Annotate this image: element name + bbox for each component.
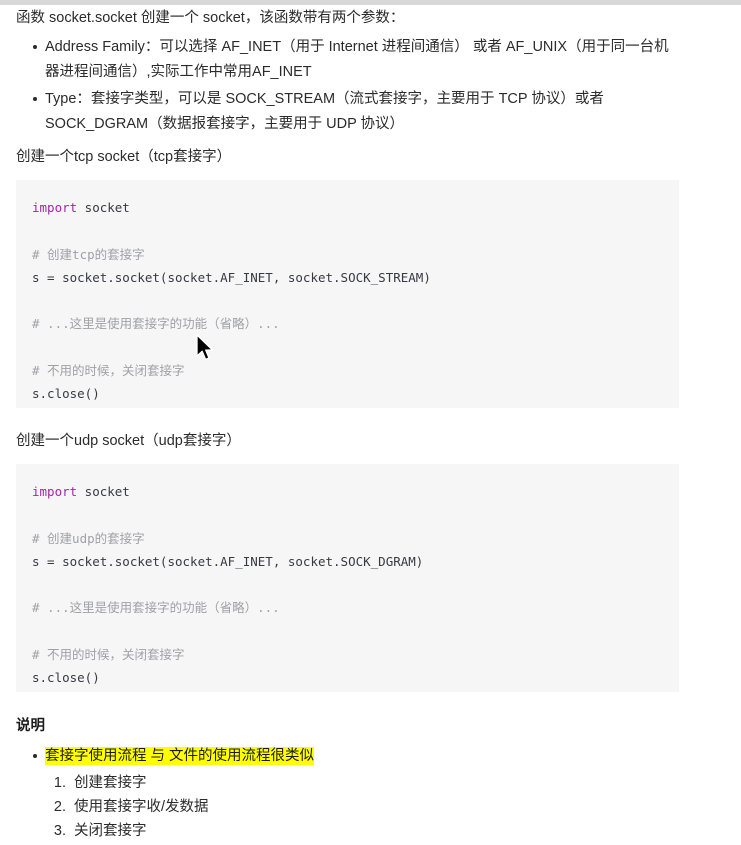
parameter-bullet-list: Address Family：可以选择 AF_INET（用于 Internet …: [0, 35, 692, 139]
highlighted-note-text: 套接字使用流程 与 文件的使用流程很类似: [45, 747, 315, 765]
keyword-import: import: [32, 484, 78, 499]
comment-create-socket: # 创建tcp的套接字: [32, 246, 145, 262]
code-line-close-socket: s.close(): [32, 670, 100, 686]
explanation-list: 套接字使用流程 与 文件的使用流程很类似 创建套接字 使用套接字收/发数据 关闭…: [0, 745, 692, 843]
document-page: 函数 socket.socket 创建一个 socket，该函数带有两个参数： …: [0, 5, 741, 845]
tcp-code-block[interactable]: import socket # 创建tcp的套接字 s = socket.soc…: [16, 180, 679, 408]
tcp-section-heading: 创建一个tcp socket（tcp套接字）: [16, 149, 232, 165]
socket-usage-steps: 创建套接字 使用套接字收/发数据 关闭套接字: [45, 771, 676, 843]
intro-paragraph: 函数 socket.socket 创建一个 socket，该函数带有两个参数：: [16, 10, 405, 26]
module-name: socket: [77, 200, 130, 215]
code-line-create-socket: s = socket.socket(socket.AF_INET, socket…: [32, 269, 431, 285]
comment-usage-omitted: # ...这里是使用套接字的功能（省略）...: [32, 316, 280, 332]
list-item: 关闭套接字: [70, 819, 676, 843]
list-item: Type：套接字类型，可以是 SOCK_STREAM（流式套接字，主要用于 TC…: [33, 87, 676, 137]
comment-create-socket: # 创建udp的套接字: [32, 530, 145, 546]
udp-code-block[interactable]: import socket # 创建udp的套接字 s = socket.soc…: [16, 464, 679, 692]
keyword-import: import: [32, 200, 78, 215]
module-name: socket: [77, 484, 130, 499]
list-item: 套接字使用流程 与 文件的使用流程很类似 创建套接字 使用套接字收/发数据 关闭…: [33, 745, 676, 843]
explanation-heading: 说明: [16, 718, 45, 734]
list-item: Address Family：可以选择 AF_INET（用于 Internet …: [33, 35, 676, 85]
list-item: 创建套接字: [70, 771, 676, 795]
list-item: 使用套接字收/发数据: [70, 795, 676, 819]
udp-section-heading: 创建一个udp socket（udp套接字）: [16, 433, 241, 449]
code-line-create-socket: s = socket.socket(socket.AF_INET, socket…: [32, 553, 424, 569]
code-line-close-socket: s.close(): [32, 386, 100, 402]
comment-usage-omitted: # ...这里是使用套接字的功能（省略）...: [32, 600, 280, 616]
comment-close-socket: # 不用的时候，关闭套接字: [32, 363, 185, 379]
comment-close-socket: # 不用的时候，关闭套接字: [32, 647, 185, 663]
